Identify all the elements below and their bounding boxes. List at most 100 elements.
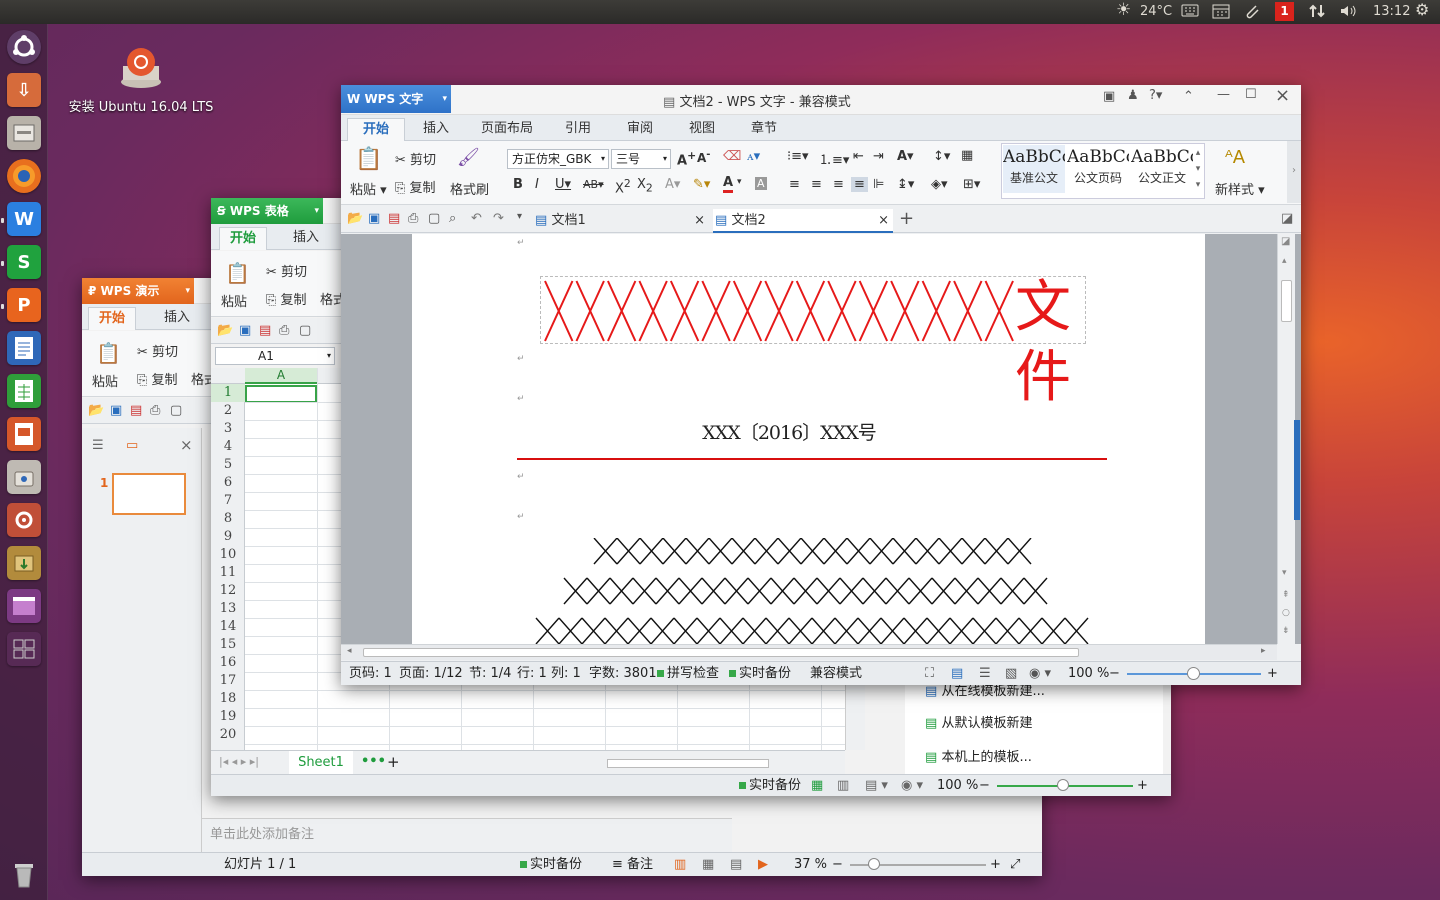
table-icon[interactable]: ▦ (961, 148, 973, 163)
keyboard-icon[interactable] (1181, 3, 1199, 21)
phonetic-icon[interactable]: ꭺ▾ (747, 149, 760, 164)
save-icon[interactable]: ▣ (368, 211, 380, 226)
new-tab-icon[interactable]: + (899, 208, 914, 229)
installer-icon[interactable]: ⇩ (7, 73, 41, 107)
status-col[interactable]: 列: 1 (551, 662, 581, 685)
align-center-icon[interactable]: ≡ (811, 177, 822, 192)
clear-format-icon[interactable]: ⌫ (723, 149, 741, 164)
row-header-1[interactable]: 1 (211, 384, 245, 402)
writer-paste-label[interactable]: 粘贴 ▾ (350, 179, 387, 198)
eye-protect-icon[interactable]: ◉ ▾ (1029, 662, 1051, 685)
spell-check-button[interactable]: 拼写检查 (657, 662, 719, 685)
sheet-print-icon[interactable]: ⎙ (279, 323, 289, 338)
collapse-ribbon-icon[interactable]: ⌃ (1183, 89, 1194, 104)
writer-cut-button[interactable]: ✂ 剪切 (395, 149, 436, 168)
align-justify-icon[interactable]: ≡ (851, 177, 868, 192)
sheet-normal-view-icon[interactable]: ▦ (811, 775, 823, 796)
font-color-icon[interactable]: A (723, 175, 734, 193)
sheet-zoom-in-icon[interactable]: + (1137, 775, 1148, 796)
row-header-15[interactable]: 15 (211, 636, 245, 654)
status-pages[interactable]: 页面: 1/12 (399, 662, 463, 685)
row-header-8[interactable]: 8 (211, 510, 245, 528)
format-painter-label[interactable]: 格式刷 (450, 179, 489, 198)
desktop-install-ubuntu[interactable]: 安装 Ubuntu 16.04 LTS (66, 44, 216, 115)
slideshow-icon[interactable]: ▶ (758, 853, 768, 876)
pres-fit-icon[interactable]: ⤢ (1010, 853, 1020, 876)
shading-icon[interactable]: ◈▾ (931, 177, 948, 192)
notification-badge[interactable]: 1 (1275, 2, 1294, 21)
writer-tab-view[interactable]: 视图 (679, 118, 725, 141)
row-header-13[interactable]: 13 (211, 600, 245, 618)
pres-preview-icon[interactable]: ▢ (170, 403, 182, 418)
writer-hscroll[interactable]: ◂ ▸ (341, 644, 1277, 660)
outline-icon[interactable]: ☰ (92, 438, 104, 453)
sheet-more-icon[interactable]: ••• (361, 754, 386, 769)
style-0[interactable]: AaBbCc 基准公文 (1003, 145, 1065, 193)
style-2[interactable]: AaBbCc 公文正文 (1131, 145, 1193, 193)
subscript-icon[interactable]: X2 (637, 177, 653, 195)
undo-icon[interactable]: ↶ (471, 211, 482, 226)
bold-icon[interactable]: B (513, 177, 523, 192)
ribbon-scroll-right-icon[interactable]: › (1287, 141, 1301, 203)
sheet-eye-icon[interactable]: ◉ ▾ (901, 775, 923, 796)
libreoffice-impress-icon[interactable] (7, 417, 41, 451)
firefox-icon[interactable] (7, 159, 41, 193)
software-center-icon[interactable] (7, 460, 41, 494)
cell-reference-box[interactable]: A1 ▾ (215, 347, 335, 365)
trash-icon[interactable] (7, 857, 41, 891)
chinese-layout-icon[interactable]: A▾ (897, 149, 914, 164)
zoom-out-icon[interactable]: − (1109, 662, 1120, 685)
sheet-preview-icon[interactable]: ▢ (299, 323, 311, 338)
fullscreen-view-icon[interactable]: ⛶ (925, 662, 934, 685)
sheet-zoom-thumb[interactable] (1057, 779, 1069, 791)
status-section[interactable]: 节: 1/4 (469, 662, 511, 685)
close-icon[interactable]: × (1275, 85, 1290, 106)
show-desktop-icon[interactable] (7, 632, 41, 666)
row-header-18[interactable]: 18 (211, 690, 245, 708)
sheet-paste-label[interactable]: 粘贴 (221, 291, 247, 310)
sheet-hscroll[interactable] (607, 759, 769, 768)
libreoffice-writer-icon[interactable] (7, 331, 41, 365)
sheet-backup-status[interactable]: 实时备份 (739, 775, 801, 796)
strikethrough-icon[interactable]: AB▾ (583, 178, 604, 191)
styles-scroll-icon[interactable]: ▴ ▾ ▾ (1193, 145, 1203, 195)
writer-app-menu[interactable]: W WPS 文字 ▾ (341, 85, 451, 113)
pres-panel-close-icon[interactable]: × (180, 436, 193, 454)
pres-print-icon[interactable]: ⎙ (150, 403, 160, 418)
row-header-10[interactable]: 10 (211, 546, 245, 564)
sheet-copy-button[interactable]: ⎘ 复制 (266, 289, 307, 308)
row-header-2[interactable]: 2 (211, 402, 245, 420)
redo-icon[interactable]: ↷ (493, 211, 504, 226)
superscript-icon[interactable]: X2 (615, 177, 631, 196)
minimize-icon[interactable]: — (1217, 87, 1230, 102)
writer-paste-icon[interactable]: 📋 (355, 147, 382, 172)
open-icon[interactable]: 📂 (347, 211, 363, 226)
sheet-tab-home[interactable]: 开始 (219, 227, 268, 250)
row-header-16[interactable]: 16 (211, 654, 245, 672)
writer-hscroll-thumb[interactable] (363, 648, 1079, 657)
template-default[interactable]: ▤ 从默认模板新建 (925, 712, 1155, 732)
char-shading-icon[interactable]: A (755, 177, 767, 190)
pres-zoom-thumb[interactable] (868, 858, 880, 870)
pres-notes-button[interactable]: ≡ 备注 (612, 853, 653, 876)
header-textbox[interactable]: 文件 (540, 275, 1086, 410)
calendar-icon[interactable] (1212, 3, 1230, 21)
normal-view-icon[interactable]: ▥ (674, 853, 686, 876)
pres-backup-status[interactable]: 实时备份 (520, 853, 582, 876)
row-header-12[interactable]: 12 (211, 582, 245, 600)
archive-icon[interactable] (7, 546, 41, 580)
writer-tab-chapter[interactable]: 章节 (741, 118, 787, 141)
text-effect-icon[interactable]: A▾ (665, 177, 680, 192)
wps-presentation-icon[interactable]: P (7, 288, 41, 322)
status-word-count[interactable]: 字数: 3801 (589, 662, 657, 685)
pres-pdf-icon[interactable]: ▤ (130, 403, 142, 418)
sheet-zoom-out-icon[interactable]: − (979, 775, 990, 796)
row-header-14[interactable]: 14 (211, 618, 245, 636)
workspace-switcher-icon[interactable] (7, 589, 41, 623)
grow-font-icon[interactable]: A+ (677, 149, 696, 168)
align-left-icon[interactable]: ≡ (789, 177, 800, 192)
pres-zoom-out-icon[interactable]: − (832, 853, 843, 876)
wps-writer-icon[interactable]: W (7, 202, 41, 236)
sheet-save-icon[interactable]: ▣ (239, 323, 251, 338)
template-local[interactable]: ▤ 本机上的模板... (925, 746, 1155, 766)
